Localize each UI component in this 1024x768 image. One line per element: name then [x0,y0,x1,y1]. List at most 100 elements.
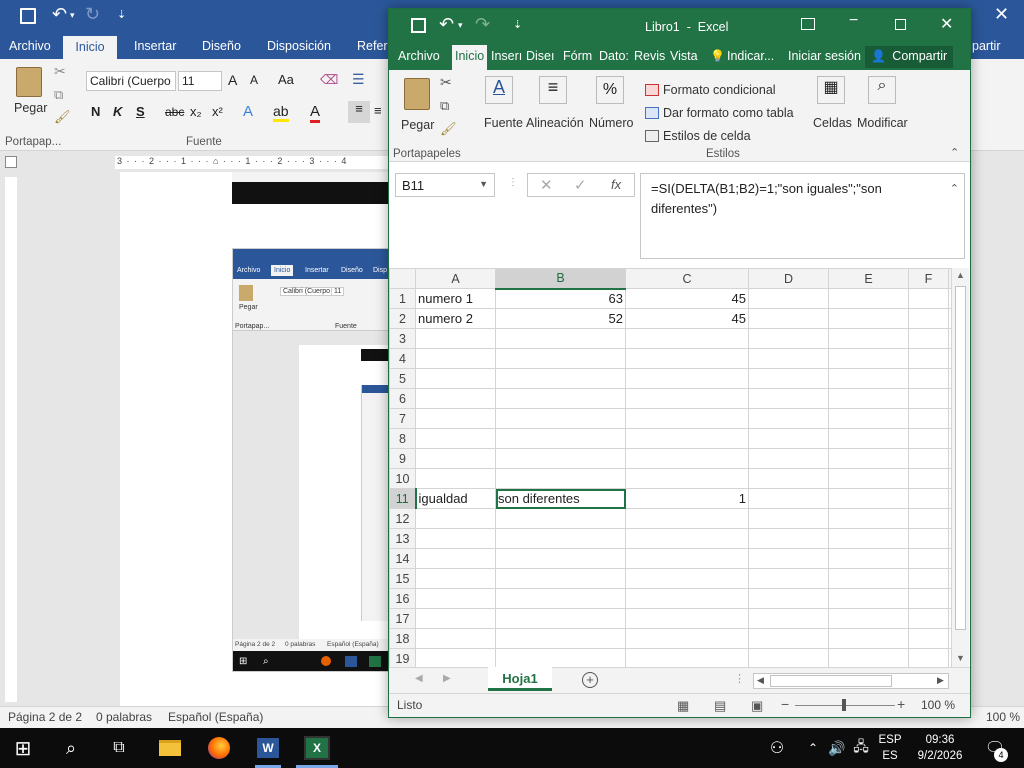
cell-E2[interactable] [828,308,909,329]
cell-C14[interactable] [625,548,749,569]
text-effects-icon[interactable]: A [243,103,253,120]
hscroll-thumb[interactable] [770,675,892,687]
shrink-font-icon[interactable]: A [250,73,258,87]
tab-diseno[interactable]: Diseño [202,39,241,53]
word-icon[interactable]: W [255,736,281,760]
change-case-icon[interactable]: Aa [278,72,294,87]
scroll-up-icon[interactable]: ▲ [956,270,965,280]
cell-F14[interactable] [908,548,949,569]
align-left-icon[interactable]: ≡ [348,101,370,123]
cell-E16[interactable] [828,588,909,609]
cell-C13[interactable] [625,528,749,549]
cell-A17[interactable] [415,608,496,629]
cell-B12[interactable] [495,508,626,529]
cell-C11[interactable]: 1 [625,488,749,509]
search-icon[interactable]: ⌕ [58,736,84,760]
row-header[interactable]: 17 [389,608,416,629]
cell-E6[interactable] [828,388,909,409]
tab-datos[interactable]: Dato: [599,49,629,63]
conditional-format-button[interactable]: Formato condicional [663,83,776,97]
cell-D8[interactable] [748,428,829,449]
cell-E18[interactable] [828,628,909,649]
cell-F1[interactable] [908,288,949,309]
enter-icon[interactable]: ✓ [574,176,587,194]
paste-label[interactable]: Pegar [401,118,434,132]
row-header[interactable]: 18 [389,628,416,649]
tab-insertar[interactable]: Insertar [134,39,176,53]
tab-disposicion[interactable]: Disposición [267,39,331,53]
page-layout-view-icon[interactable]: ▤ [714,698,726,714]
document-page[interactable]: Archivo Inicio Insertar Diseño Disp Pega… [120,172,390,707]
cell-C2[interactable]: 45 [625,308,749,329]
spreadsheet-grid[interactable]: ABCDEF 1 numero 1 63 45 2 numero 2 52 45 3 4 5 6 7 8 9… [389,268,970,667]
cell-A7[interactable] [415,408,496,429]
cell-A15[interactable] [415,568,496,589]
start-icon[interactable]: ⊞ [10,736,36,760]
cell-D18[interactable] [748,628,829,649]
column-header[interactable]: C [625,268,749,289]
cell-E1[interactable] [828,288,909,309]
cell-B17[interactable] [495,608,626,629]
cell-F19[interactable] [908,648,949,667]
cell-A18[interactable] [415,628,496,649]
save-icon[interactable] [411,18,426,33]
cells-icon[interactable]: ▦ [817,76,845,104]
maximize-icon[interactable] [895,19,906,30]
bullets-icon[interactable]: ☰ [352,71,365,88]
cell-E4[interactable] [828,348,909,369]
font-size-box[interactable]: 11 [178,71,222,91]
subscript-icon[interactable]: x₂ [190,104,202,119]
undo-dropdown-icon[interactable]: ▾ [70,10,75,21]
cell-C17[interactable] [625,608,749,629]
scroll-left-icon[interactable]: ◀ [757,675,764,686]
formula-input[interactable]: =SI(DELTA(B1;B2)=1;"son iguales";"son di… [640,173,965,259]
status-zoom[interactable]: 100 % [986,710,1020,724]
scroll-thumb[interactable] [955,286,966,630]
row-header[interactable]: 9 [389,448,416,469]
tab-archivo[interactable]: Archivo [9,39,51,53]
cut-icon[interactable]: ✂ [54,63,66,80]
cell-B18[interactable] [495,628,626,649]
font-group-button[interactable]: Fuente [484,116,523,130]
cell-F7[interactable] [908,408,949,429]
cell-B15[interactable] [495,568,626,589]
cell-A4[interactable] [415,348,496,369]
number-group-button[interactable]: Número [589,116,633,130]
cell-A10[interactable] [415,468,496,489]
cell-B3[interactable] [495,328,626,349]
cell-F4[interactable] [908,348,949,369]
undo-dropdown-icon[interactable]: ▾ [458,20,463,31]
row-header[interactable]: 10 [389,468,416,489]
cell-F13[interactable] [908,528,949,549]
row-header[interactable]: 3 [389,328,416,349]
cell-B6[interactable] [495,388,626,409]
tab-insertar[interactable]: Inserı [491,49,522,63]
paste-label[interactable]: Pegar [14,101,47,115]
cells-group-button[interactable]: Celdas [813,116,852,130]
cell-C4[interactable] [625,348,749,369]
file-explorer-icon[interactable] [157,736,183,760]
close-icon[interactable]: ✕ [994,4,1009,25]
sheet-tab-hoja1[interactable]: Hoja1 [488,667,552,691]
copy-icon[interactable]: ⧉ [440,98,449,114]
zoom-in-icon[interactable]: + [897,696,905,712]
cell-B13[interactable] [495,528,626,549]
sign-in-link[interactable]: Iniciar sesión [788,49,861,63]
cell-B10[interactable] [495,468,626,489]
cell-B1[interactable]: 63 [495,288,626,309]
cell-B9[interactable] [495,448,626,469]
cell-C8[interactable] [625,428,749,449]
volume-icon[interactable]: 🔊 [824,736,850,760]
prev-sheet-icon[interactable]: ◀ [415,673,423,684]
row-header[interactable]: 19 [389,648,416,667]
paste-icon[interactable] [404,78,430,110]
cell-A16[interactable] [415,588,496,609]
page-break-view-icon[interactable]: ▣ [751,698,763,714]
cell-E17[interactable] [828,608,909,629]
save-icon[interactable] [20,8,36,24]
sheet-options-icon[interactable]: ⋮ [734,672,745,685]
cell-F6[interactable] [908,388,949,409]
strikethrough-icon[interactable]: abc [165,105,184,119]
cell-A13[interactable] [415,528,496,549]
row-header[interactable]: 11 [389,488,417,509]
